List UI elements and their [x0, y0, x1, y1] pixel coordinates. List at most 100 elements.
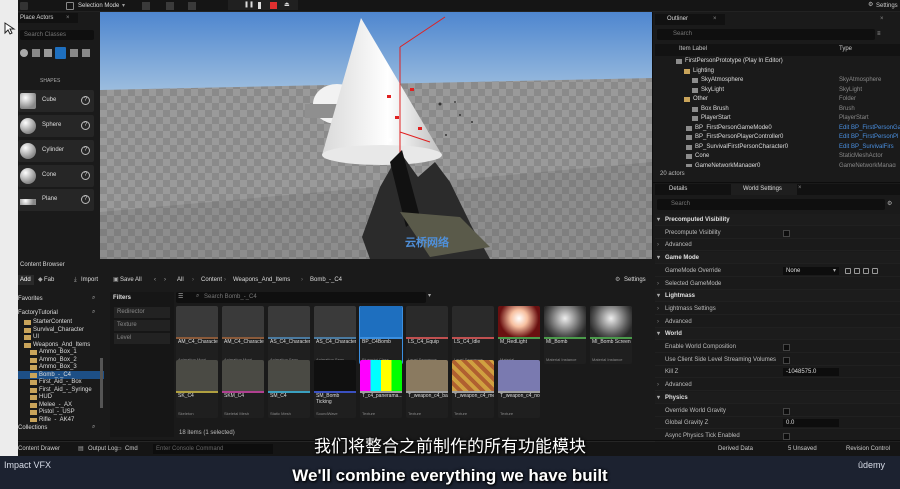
asset-tile[interactable]: SK_C4 Skeleton	[176, 360, 218, 418]
details-search[interactable]: Search	[657, 199, 885, 210]
asset-tile[interactable]: BP_C4BombBlueprint Class	[359, 306, 403, 365]
selection-mode-dropdown[interactable]: Selection Mode	[78, 2, 119, 10]
gamemode-select[interactable]: None	[783, 266, 839, 275]
reset-icon[interactable]	[872, 267, 878, 274]
filter-icon[interactable]: ☰	[178, 293, 183, 300]
shape-item-plane[interactable]: Plane?	[18, 189, 94, 211]
detail-row[interactable]: GameMode Override None ▾	[655, 265, 900, 277]
detail-row[interactable]: Override World Gravity	[655, 405, 900, 417]
close-panel-icon[interactable]: ×	[880, 14, 884, 25]
asset-tile[interactable]: T_c4_panerama... Texture	[360, 360, 402, 418]
stop-icon[interactable]	[270, 2, 277, 9]
collections-search-icon[interactable]: ⌕	[92, 424, 95, 431]
cinematics-icon[interactable]	[188, 2, 196, 10]
add-button[interactable]: Add	[18, 275, 34, 285]
filter-icon[interactable]: ≡	[877, 29, 881, 40]
step-icon[interactable]	[258, 2, 261, 9]
basic-icon[interactable]	[32, 49, 40, 57]
asset-tile[interactable]: AS_C4_Character_IdleAnimation Sequ...	[314, 306, 356, 364]
cinematic-icon[interactable]	[70, 49, 78, 57]
column-item-label[interactable]: Item Label	[679, 46, 707, 52]
number-input[interactable]: -1048575.0	[783, 368, 839, 377]
world-settings-tab[interactable]: World Settings	[743, 186, 782, 192]
breadcrumb-weapons[interactable]: Weapons_And_Items	[233, 275, 290, 285]
column-type[interactable]: Type	[839, 46, 852, 52]
outliner-tab[interactable]: Outliner ×	[655, 14, 725, 25]
eject-icon[interactable]: ⏏	[284, 1, 290, 9]
outliner-row[interactable]: Cone StaticMeshActor	[655, 152, 900, 161]
outliner-row[interactable]: BP_FirstPersonGameMode0 Edit BP_FirstPers…	[655, 124, 900, 133]
outliner-row[interactable]: PlayerStart PlayerStart	[655, 114, 900, 123]
shapes-icon[interactable]	[55, 47, 66, 59]
outliner-row[interactable]: Lighting	[655, 67, 900, 76]
search-icon[interactable]: ⌕	[92, 295, 95, 302]
checkbox[interactable]	[783, 407, 790, 415]
shape-item-cylinder[interactable]: Cylinder?	[18, 140, 94, 162]
asset-tile[interactable]: M_RedLightMaterial	[498, 306, 540, 364]
asset-tile[interactable]: AM_C4_Character_IdleAnimation Mont...	[222, 306, 264, 364]
forward-icon[interactable]: ›	[164, 275, 166, 285]
content-icon[interactable]	[142, 2, 150, 10]
asset-tile[interactable]: T_weapon_c4_baseCol... Texture	[406, 360, 448, 418]
breadcrumb-all[interactable]: All	[177, 275, 184, 285]
outliner-row[interactable]: Box Brush Brush	[655, 105, 900, 114]
save-all-button[interactable]: Save All	[120, 275, 142, 285]
asset-tile[interactable]: SM_C4 Static Mesh	[268, 360, 310, 418]
number-input[interactable]: 0.0	[783, 419, 839, 428]
outliner-row[interactable]: GameNetworkManager0 GameNetworkManag	[655, 162, 900, 167]
browse-icon[interactable]	[854, 267, 860, 274]
close-icon[interactable]: ×	[798, 185, 802, 191]
breadcrumb-bomb[interactable]: Bomb_-_C4	[310, 275, 342, 285]
detail-row[interactable]: › Advanced	[655, 379, 900, 392]
detail-row[interactable]: Global Gravity Z 0.0	[655, 417, 900, 430]
shape-item-cube[interactable]: Cube?	[18, 90, 94, 112]
detail-row[interactable]: › Advanced	[655, 316, 900, 328]
help-icon[interactable]: ?	[81, 96, 90, 105]
shape-item-cone[interactable]: Cone?	[18, 165, 94, 187]
asset-tile[interactable]: SM_Bomb Ticking SoundWave	[314, 360, 356, 418]
filter-item[interactable]: Level	[114, 333, 170, 344]
help-icon[interactable]: ?	[81, 121, 90, 130]
asset-search[interactable]: ☰ Search Bomb_-_C4 ⌕	[176, 292, 426, 303]
filter-item[interactable]: Texture	[114, 320, 170, 331]
visual-effects-icon[interactable]	[82, 49, 90, 57]
asset-tile[interactable]: SKM_C4 Skeletal Mesh	[222, 360, 264, 418]
level-viewport[interactable]: 云桥网络	[100, 12, 652, 259]
detail-row[interactable]: Enable World Composition	[655, 341, 900, 353]
help-icon[interactable]: ?	[81, 171, 90, 180]
place-actors-tab[interactable]: Place Actors ×	[18, 13, 78, 23]
checkbox[interactable]	[783, 229, 790, 237]
settings-icon[interactable]: ⚙	[887, 199, 892, 210]
asset-tile[interactable]: LS_C4_IdleLevel Sequence	[452, 306, 494, 364]
asset-tile[interactable]: AS_C4_Character_Equi...Animation Sequ...	[268, 306, 310, 364]
outliner-search[interactable]: Search	[657, 29, 875, 40]
recent-icon[interactable]	[20, 49, 28, 57]
search-icon[interactable]: ⌕	[92, 309, 95, 316]
add-icon[interactable]	[863, 267, 869, 274]
checkbox[interactable]	[783, 344, 790, 351]
detail-row[interactable]: Kill Z -1048575.0	[655, 366, 900, 379]
asset-tile[interactable]: LS_C4_EquipLevel Sequence	[406, 306, 448, 364]
close-icon[interactable]: ×	[713, 14, 717, 25]
outliner-row[interactable]: Other Folder	[655, 95, 900, 104]
settings-button[interactable]: Settings	[876, 2, 898, 10]
asset-tile[interactable]: T_weapon_c4_metallic Texture	[452, 360, 494, 418]
shape-item-sphere[interactable]: Sphere?	[18, 115, 94, 137]
outliner-row[interactable]: SkyAtmosphere SkyAtmosphere	[655, 76, 900, 85]
detail-row[interactable]: › Selected GameMode	[655, 278, 900, 290]
checkbox[interactable]	[783, 356, 790, 364]
tree-scrollbar[interactable]	[100, 358, 103, 408]
details-tab[interactable]: Details	[669, 186, 687, 192]
breadcrumb-content[interactable]: Content	[201, 275, 222, 285]
lights-icon[interactable]	[44, 49, 52, 57]
content-settings-button[interactable]: Settings	[624, 275, 646, 285]
content-browser-tab[interactable]: Content Browser	[18, 260, 88, 270]
help-icon[interactable]: ?	[81, 146, 90, 155]
detail-row[interactable]: Precompute Visibility	[655, 227, 900, 239]
outliner-row[interactable]: BP_SurvivalFirstPersonCharacter0 Edit BP_…	[655, 143, 900, 152]
folder-item[interactable]: Rifle_-_AK47	[18, 416, 104, 422]
asset-tile[interactable]: T_weapon_c4_normal Texture	[498, 360, 540, 418]
outliner-row[interactable]: BP_FirstPersonPlayerController0 Edit BP_F…	[655, 133, 900, 142]
pause-icon[interactable]: ❚❚	[244, 1, 254, 9]
checkbox[interactable]	[783, 432, 790, 440]
